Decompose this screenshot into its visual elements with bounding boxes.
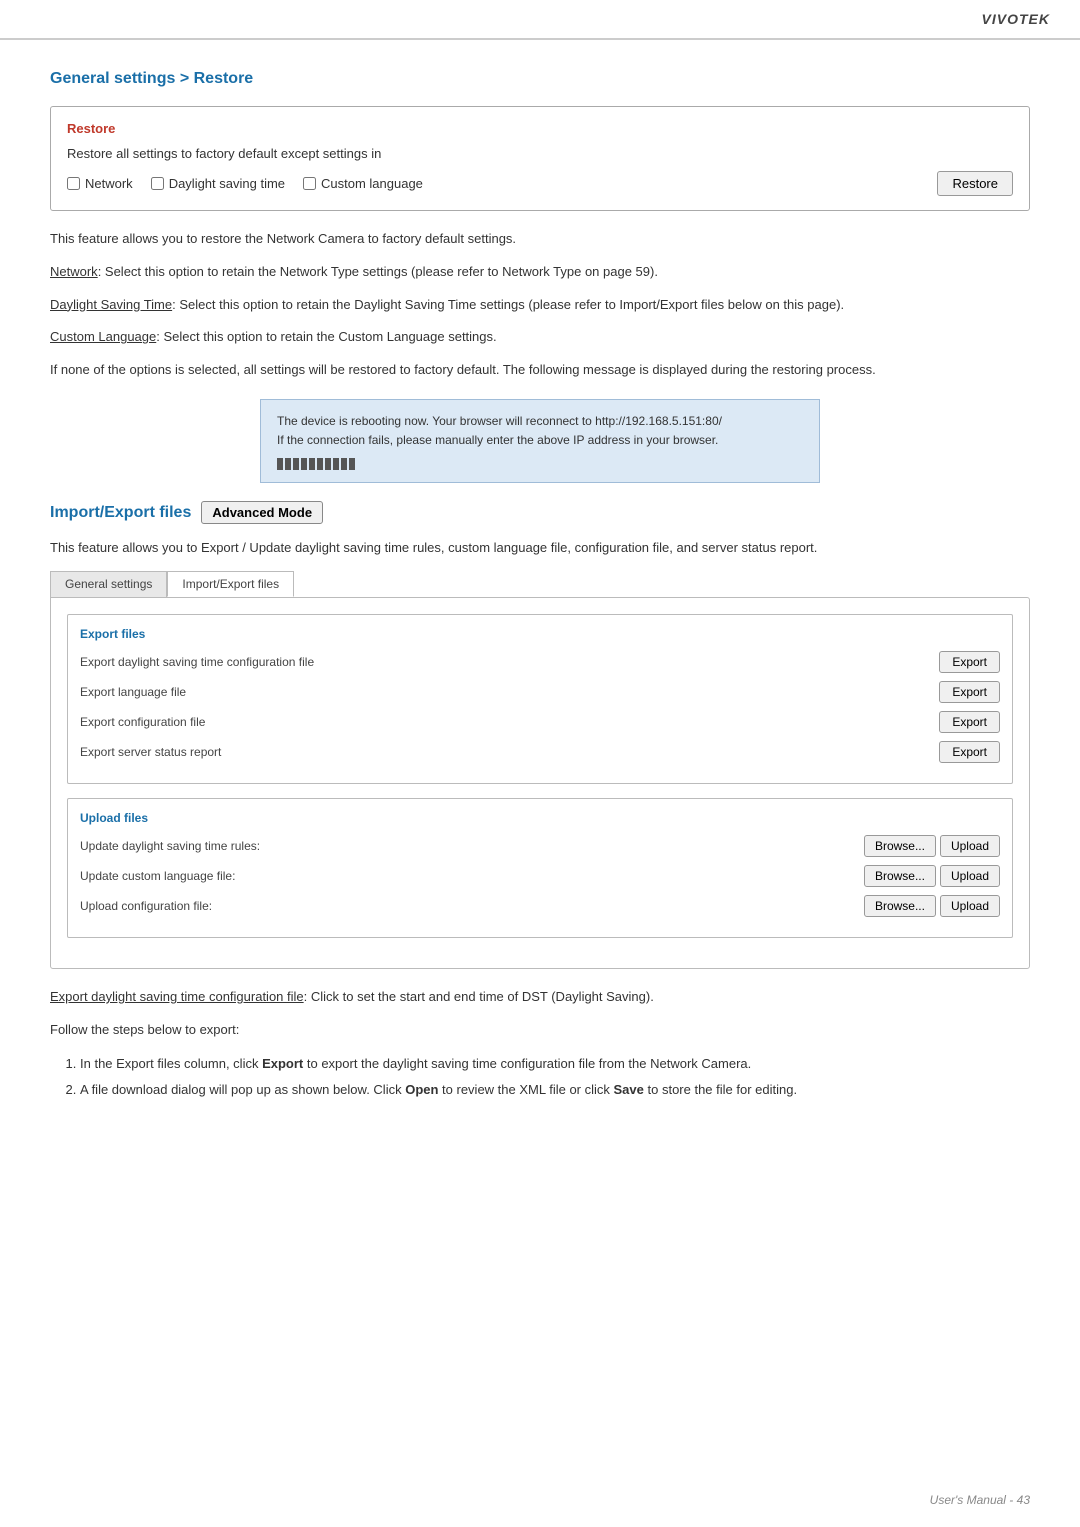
checkbox-dst-text: Daylight saving time — [169, 176, 285, 191]
tab-general-settings[interactable]: General settings — [50, 571, 167, 597]
para2-text: : Select this option to retain the Netwo… — [98, 264, 658, 279]
upload-label-0: Update daylight saving time rules: — [80, 839, 864, 853]
restore-box-title: Restore — [67, 121, 1013, 136]
main-content: General settings > Restore Restore Resto… — [0, 40, 1080, 1145]
advanced-mode-button[interactable]: Advanced Mode — [201, 501, 323, 524]
upload-row-1: Update custom language file: Browse... U… — [80, 865, 1000, 887]
upload-files-title: Upload files — [80, 811, 1000, 825]
step-2: A file download dialog will pop up as sh… — [80, 1079, 1030, 1101]
checkbox-custom-lang[interactable] — [303, 177, 316, 190]
section2-title: Import/Export files — [50, 504, 191, 522]
panel-content: Export files Export daylight saving time… — [50, 597, 1030, 969]
export-row-2: Export configuration file Export — [80, 711, 1000, 733]
export-btn-3[interactable]: Export — [939, 741, 1000, 763]
checkbox-network-text: Network — [85, 176, 133, 191]
import-export-desc: This feature allows you to Export / Upda… — [50, 538, 1030, 559]
step2-prefix: A file download dialog will pop up as sh… — [80, 1082, 405, 1097]
para1: This feature allows you to restore the N… — [50, 229, 1030, 250]
para4: Custom Language: Select this option to r… — [50, 327, 1030, 348]
checkbox-dst[interactable] — [151, 177, 164, 190]
export-label-2: Export configuration file — [80, 715, 939, 729]
reboot-message-box: The device is rebooting now. Your browse… — [260, 399, 820, 483]
upload-btn-2[interactable]: Upload — [940, 895, 1000, 917]
custom-lang-term: Custom Language — [50, 329, 156, 344]
progress-seg-3 — [293, 458, 299, 470]
export-btn-1[interactable]: Export — [939, 681, 1000, 703]
checkbox-custom-lang-text: Custom language — [321, 176, 423, 191]
export-label-0: Export daylight saving time configuratio… — [80, 655, 939, 669]
import-export-header: Import/Export files Advanced Mode — [50, 501, 1030, 524]
para2: Network: Select this option to retain th… — [50, 262, 1030, 283]
tabs-row: General settings Import/Export files — [50, 571, 1030, 597]
restore-box: Restore Restore all settings to factory … — [50, 106, 1030, 211]
step1-prefix: In the Export files column, click — [80, 1056, 262, 1071]
reboot-line1: The device is rebooting now. Your browse… — [277, 412, 803, 431]
progress-seg-6 — [317, 458, 323, 470]
para4-text: : Select this option to retain the Custo… — [156, 329, 496, 344]
progress-seg-2 — [285, 458, 291, 470]
restore-row: Network Daylight saving time Custom lang… — [67, 171, 1013, 196]
progress-seg-4 — [301, 458, 307, 470]
upload-btn-0[interactable]: Upload — [940, 835, 1000, 857]
para5: If none of the options is selected, all … — [50, 360, 1030, 381]
checkbox-network[interactable] — [67, 177, 80, 190]
export-row-0: Export daylight saving time configuratio… — [80, 651, 1000, 673]
browse-btn-1[interactable]: Browse... — [864, 865, 936, 887]
brand-name: VIVOTEK — [982, 11, 1050, 27]
export-row-1: Export language file Export — [80, 681, 1000, 703]
progress-seg-9 — [341, 458, 347, 470]
export-row-3: Export server status report Export — [80, 741, 1000, 763]
browse-btn-0[interactable]: Browse... — [864, 835, 936, 857]
bottom-para1: Export daylight saving time configuratio… — [50, 987, 1030, 1008]
top-bar: VIVOTEK — [0, 0, 1080, 40]
checkbox-network-label[interactable]: Network — [67, 176, 133, 191]
checkbox-custom-lang-label[interactable]: Custom language — [303, 176, 423, 191]
progress-seg-5 — [309, 458, 315, 470]
step2-suffix: to store the file for editing. — [644, 1082, 797, 1097]
step2-bold2: Save — [614, 1082, 644, 1097]
upload-label-1: Update custom language file: — [80, 869, 864, 883]
progress-seg-10 — [349, 458, 355, 470]
upload-label-2: Upload configuration file: — [80, 899, 864, 913]
panel-container: General settings Import/Export files Exp… — [50, 571, 1030, 969]
step-1: In the Export files column, click Export… — [80, 1053, 1030, 1075]
export-btn-0[interactable]: Export — [939, 651, 1000, 673]
export-dst-term: Export daylight saving time configuratio… — [50, 989, 304, 1004]
footer: User's Manual - 43 — [930, 1493, 1030, 1507]
step1-bold: Export — [262, 1056, 303, 1071]
progress-bar — [277, 458, 803, 470]
reboot-line2: If the connection fails, please manually… — [277, 431, 803, 450]
step2-bold1: Open — [405, 1082, 438, 1097]
upload-row-0: Update daylight saving time rules: Brows… — [80, 835, 1000, 857]
progress-seg-7 — [325, 458, 331, 470]
para3: Daylight Saving Time: Select this option… — [50, 295, 1030, 316]
export-btn-2[interactable]: Export — [939, 711, 1000, 733]
bottom-para2: Follow the steps below to export: — [50, 1020, 1030, 1041]
browse-btn-2[interactable]: Browse... — [864, 895, 936, 917]
progress-seg-1 — [277, 458, 283, 470]
network-term: Network — [50, 264, 98, 279]
progress-seg-8 — [333, 458, 339, 470]
para3-text: : Select this option to retain the Dayli… — [172, 297, 844, 312]
bottom-para1-text: : Click to set the start and end time of… — [304, 989, 654, 1004]
export-files-title: Export files — [80, 627, 1000, 641]
tab-import-export[interactable]: Import/Export files — [167, 571, 294, 597]
section1-title: General settings > Restore — [50, 70, 1030, 88]
upload-btn-1[interactable]: Upload — [940, 865, 1000, 887]
steps-list: In the Export files column, click Export… — [80, 1053, 1030, 1101]
dst-term: Daylight Saving Time — [50, 297, 172, 312]
checkbox-dst-label[interactable]: Daylight saving time — [151, 176, 285, 191]
restore-desc: Restore all settings to factory default … — [67, 146, 1013, 161]
export-label-3: Export server status report — [80, 745, 939, 759]
step2-mid: to review the XML file or click — [438, 1082, 613, 1097]
upload-files-box: Upload files Update daylight saving time… — [67, 798, 1013, 938]
upload-row-2: Upload configuration file: Browse... Upl… — [80, 895, 1000, 917]
restore-button[interactable]: Restore — [937, 171, 1013, 196]
step1-suffix: to export the daylight saving time confi… — [303, 1056, 751, 1071]
export-label-1: Export language file — [80, 685, 939, 699]
export-files-box: Export files Export daylight saving time… — [67, 614, 1013, 784]
